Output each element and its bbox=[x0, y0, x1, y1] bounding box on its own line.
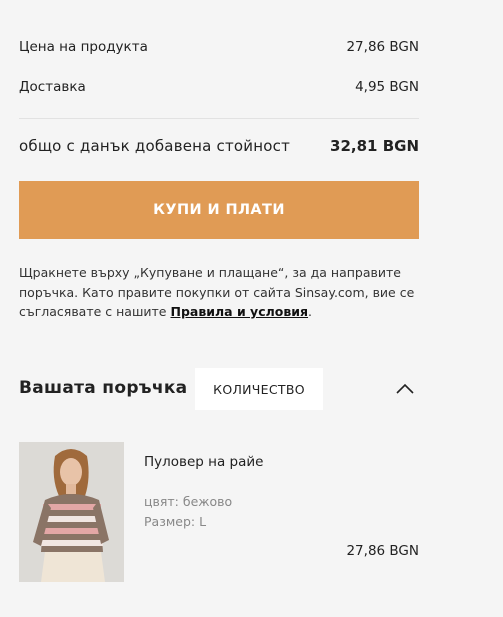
total-row: общо с данък добавена стойност 32,81 BGN bbox=[19, 137, 419, 155]
product-price-value: 27,86 BGN bbox=[346, 39, 419, 55]
total-label: общо с данък добавена стойност bbox=[19, 137, 291, 155]
summary-divider bbox=[19, 118, 419, 119]
total-value: 32,81 BGN bbox=[330, 137, 419, 155]
product-size: Размер: L bbox=[144, 514, 207, 529]
order-header: Вашата поръчка КОЛИЧЕСТВО bbox=[19, 368, 419, 410]
terms-notice: Щракнете върху „Купуване и плащане“, за … bbox=[19, 263, 429, 322]
order-title: Вашата поръчка bbox=[19, 378, 188, 398]
shipping-label: Доставка bbox=[19, 79, 86, 95]
buy-and-pay-button[interactable]: КУПИ И ПЛАТИ bbox=[19, 181, 419, 239]
price-row: Цена на продукта 27,86 BGN bbox=[19, 39, 419, 55]
product-name[interactable]: Пуловер на райе bbox=[144, 454, 263, 470]
product-price-label: Цена на продукта bbox=[19, 39, 148, 55]
terms-notice-end: . bbox=[308, 304, 313, 319]
shipping-value: 4,95 BGN bbox=[355, 79, 419, 95]
chevron-up-icon[interactable] bbox=[395, 380, 415, 396]
product-photo-illustration bbox=[19, 442, 124, 582]
product-color: цвят: бежово bbox=[144, 494, 233, 509]
terms-link[interactable]: Правила и условия bbox=[170, 304, 308, 319]
product-line-price: 27,86 BGN bbox=[346, 543, 419, 559]
product-image[interactable] bbox=[19, 442, 124, 582]
quantity-button[interactable]: КОЛИЧЕСТВО bbox=[195, 368, 323, 410]
shipping-row: Доставка 4,95 BGN bbox=[19, 79, 419, 95]
